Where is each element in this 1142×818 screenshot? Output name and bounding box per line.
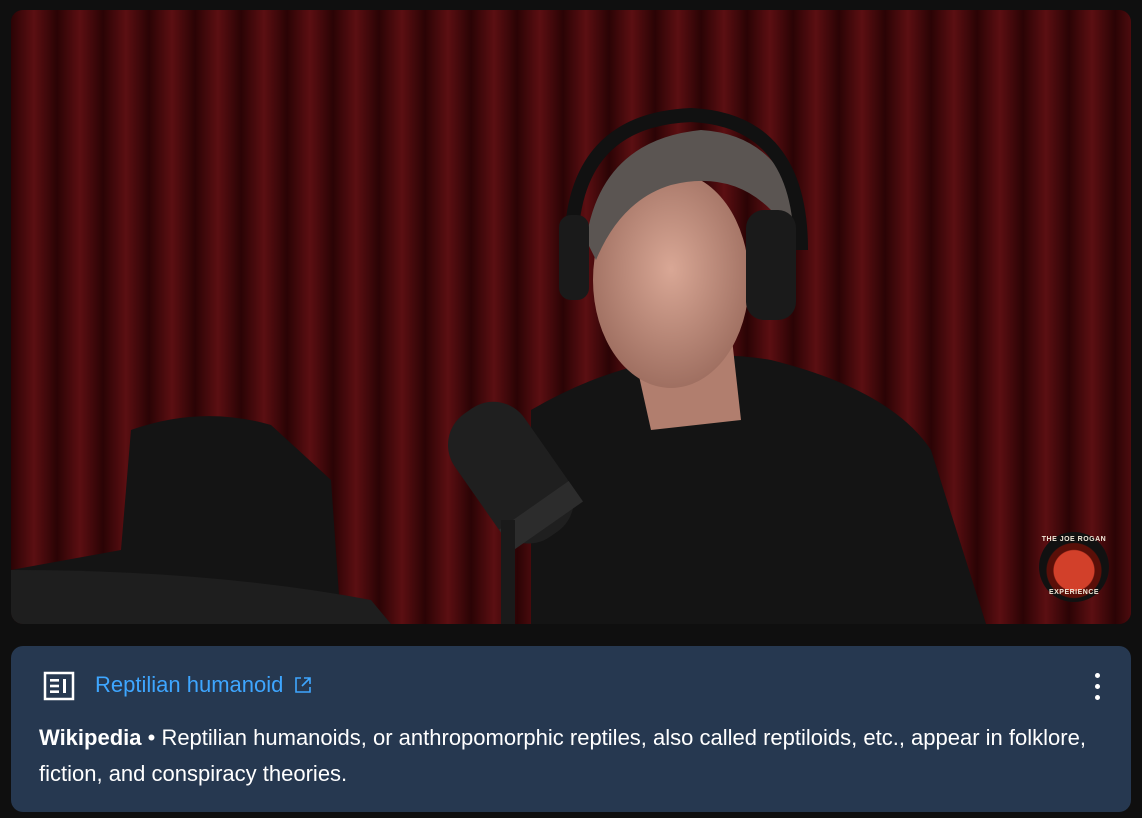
card-description-text: Reptilian humanoids, or anthropomorphic …: [39, 725, 1086, 786]
card-separator: •: [141, 725, 162, 750]
more-vert-icon: [1094, 672, 1100, 678]
card-title-link[interactable]: Reptilian humanoid: [95, 672, 283, 698]
watermark-bottom-text: EXPERIENCE: [1048, 589, 1100, 596]
info-card: Reptilian humanoid Wikipedia • Reptilian…: [11, 646, 1131, 812]
open-in-new-icon[interactable]: [293, 675, 313, 695]
article-icon: [43, 671, 75, 701]
card-description: Wikipedia • Reptilian humanoids, or anth…: [39, 720, 1105, 792]
video-frame: [11, 10, 1131, 624]
video-player[interactable]: THE JOE ROGAN EXPERIENCE: [11, 10, 1131, 624]
watermark-top-text: THE JOE ROGAN: [1041, 536, 1107, 543]
card-source: Wikipedia: [39, 725, 142, 750]
more-options-button[interactable]: [1083, 668, 1111, 704]
podcast-logo-watermark: THE JOE ROGAN EXPERIENCE: [1039, 532, 1109, 602]
card-title-row: Reptilian humanoid: [95, 672, 313, 698]
